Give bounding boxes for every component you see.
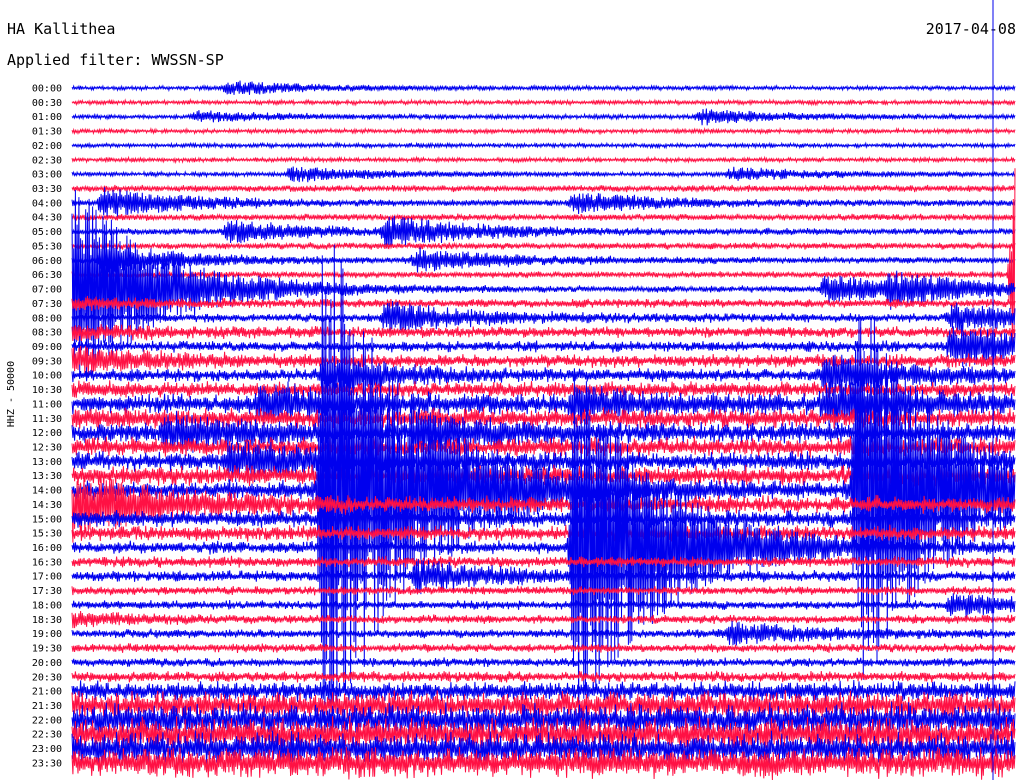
row-time-label: 14:30 (32, 500, 62, 511)
row-time-label: 20:00 (32, 658, 62, 669)
row-time-label: 13:30 (32, 471, 62, 482)
trace-row (71, 80, 1016, 95)
trace-row (71, 184, 1016, 193)
row-time-label: 19:30 (32, 644, 62, 655)
row-time-label: 12:30 (32, 443, 62, 454)
row-time-label: 11:30 (32, 414, 62, 425)
row-time-label: 16:30 (32, 557, 62, 568)
row-time-label: 01:00 (32, 112, 62, 123)
row-time-label: 13:00 (32, 457, 62, 468)
row-time-label: 02:30 (32, 155, 62, 166)
row-time-label: 08:00 (32, 313, 62, 324)
row-time-label: 18:30 (32, 615, 62, 626)
row-time-label: 15:00 (32, 514, 62, 525)
row-time-label: 21:30 (32, 701, 62, 712)
trace-row (71, 141, 1016, 150)
row-time-label: 14:00 (32, 486, 62, 497)
trace-row (71, 670, 1016, 683)
row-time-label: 22:30 (32, 730, 62, 741)
row-time-label: 17:30 (32, 586, 62, 597)
seismic-traces (71, 80, 1016, 780)
row-time-label: 11:00 (32, 399, 62, 410)
row-time-label: 18:00 (32, 601, 62, 612)
helicorder-plot: 00:00 00:30 01:00 01:30 02:00 02:30 03:00 03:30… (32, 0, 1016, 780)
time-tick-labels: 00:00 00:30 01:00 01:30 02:00 02:30 03:00 03:30… (32, 84, 62, 770)
trace-row (71, 155, 1016, 165)
row-time-label: 08:30 (32, 328, 62, 339)
row-time-label: 06:30 (32, 270, 62, 281)
row-time-label: 10:00 (32, 371, 62, 382)
row-time-label: 21:00 (32, 687, 62, 698)
row-time-label: 22:00 (32, 715, 62, 726)
row-time-label: 07:30 (32, 299, 62, 310)
row-time-label: 03:30 (32, 184, 62, 195)
row-time-label: 10:30 (32, 385, 62, 396)
row-time-label: 00:30 (32, 98, 62, 109)
row-time-label: 20:30 (32, 672, 62, 683)
row-time-label: 04:00 (32, 198, 62, 209)
row-time-label: 09:00 (32, 342, 62, 353)
row-time-label: 06:00 (32, 256, 62, 267)
row-time-label: 05:30 (32, 242, 62, 253)
trace-row (71, 643, 1016, 654)
trace-row (71, 215, 1016, 249)
row-time-label: 02:00 (32, 141, 62, 152)
row-time-label: 23:00 (32, 744, 62, 755)
trace-row (71, 97, 1016, 107)
row-time-label: 15:30 (32, 529, 62, 540)
row-time-label: 12:00 (32, 428, 62, 439)
row-time-label: 05:00 (32, 227, 62, 238)
row-time-label: 01:30 (32, 127, 62, 138)
row-time-label: 00:00 (32, 84, 62, 95)
trace-row (71, 166, 1016, 183)
row-time-label: 19:00 (32, 629, 62, 640)
row-time-label: 04:30 (32, 213, 62, 224)
trace-row (71, 108, 1016, 126)
row-time-label: 23:30 (32, 758, 62, 769)
trace-row (71, 212, 1016, 222)
row-time-label: 09:30 (32, 356, 62, 367)
row-time-label: 17:00 (32, 572, 62, 583)
row-time-label: 03:00 (32, 170, 62, 181)
trace-row (71, 126, 1016, 136)
trace-row (71, 241, 1016, 251)
trace-row (71, 324, 1016, 342)
row-time-label: 16:00 (32, 543, 62, 554)
trace-row (71, 295, 1016, 311)
trace-row (71, 657, 1016, 668)
row-time-label: 07:00 (32, 285, 62, 296)
trace-row (71, 246, 1016, 276)
